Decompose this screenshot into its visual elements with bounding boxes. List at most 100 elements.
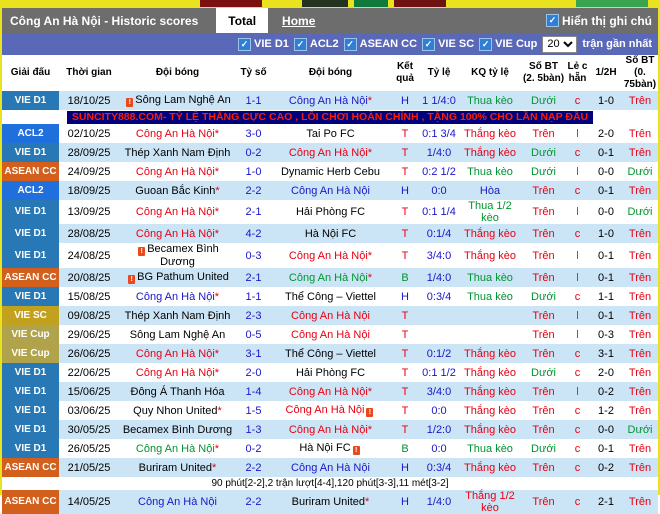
goals-over-under-2-5: Dưới	[531, 165, 556, 178]
goals-over-under-0-75: Trên	[628, 94, 652, 107]
goals-over-under-2-5: Trên	[532, 347, 555, 360]
match-row: VIE D1 26/05/25 Công An Hà Nội* 0-2 Hà Nội F…	[2, 439, 658, 458]
away-team: Hải Phòng FC	[271, 363, 390, 382]
odd-even: c	[574, 94, 581, 107]
league-filter-checkbox[interactable]: ✓	[238, 37, 252, 51]
match-row: ASEAN CC 14/05/25 Công An Hà Nội 2-2 Buriram…	[2, 490, 658, 514]
home-team: Buriram United*	[119, 458, 236, 477]
result: T	[401, 146, 409, 159]
league-badge: ASEAN CC	[2, 268, 59, 287]
away-team: Công An Hà Nội	[271, 306, 390, 325]
ad-banner-row: SUNCITY888.COM- TỶ LỆ THẮNG CỰC CAO , LỐ…	[2, 110, 658, 124]
league-badge: VIE D1	[2, 287, 59, 306]
match-row: VIE D1 28/08/25 Công An Hà Nội* 4-2 Hà Nội F…	[2, 224, 658, 243]
home-team: Sông Lam Nghệ An	[119, 325, 236, 344]
handicap-result	[458, 325, 522, 344]
first-half-score: 0-0	[598, 423, 614, 436]
goals-over-under-0-75: Trên	[628, 461, 652, 474]
league-filter-checkbox[interactable]: ✓	[422, 37, 436, 51]
match-date: 15/08/25	[67, 290, 111, 303]
league-badge: VIE D1	[2, 439, 59, 458]
league-filter-checkbox[interactable]: ✓	[343, 37, 357, 51]
star-marker: *	[217, 404, 222, 417]
handicap-result: Thua 1/2 kèo	[468, 200, 512, 224]
league-filter-checkbox[interactable]: ✓	[479, 37, 493, 51]
away-team: Công An Hà Nội	[271, 458, 390, 477]
score: 1-5	[245, 404, 262, 417]
ad-fragment	[200, 0, 262, 7]
league-badge: ASEAN CC	[2, 162, 59, 181]
goals-over-under-0-75: Trên	[628, 309, 652, 322]
away-team-name: Công An Hà Nội	[288, 271, 368, 284]
star-marker: *	[214, 366, 220, 379]
league-badge: VIE Cup	[2, 325, 59, 344]
column-header: Đội bóng	[308, 67, 353, 78]
home-team-name: Công An Hà Nội	[135, 227, 215, 240]
home-team: Công An Hà Nội*	[119, 224, 236, 243]
star-marker: *	[214, 206, 220, 218]
match-date: 09/08/25	[67, 309, 111, 322]
result: H	[401, 94, 409, 107]
star-marker: *	[367, 423, 373, 436]
league-filter-item: ✓ VIE D1	[238, 37, 289, 51]
league-filter-label: ASEAN CC	[359, 38, 418, 50]
match-date: 24/09/25	[67, 165, 111, 178]
ad-fragment	[302, 0, 348, 7]
tab-home[interactable]: Home	[282, 14, 315, 28]
ad-banner-link[interactable]: SUNCITY888.COM- TỶ LỆ THẮNG CỰC CAO , LỐ…	[66, 110, 594, 124]
away-team: Công An Hà Nội!	[271, 401, 390, 420]
away-team: Hải Phòng FC	[271, 200, 390, 224]
handicap-result: Thắng kèo	[464, 461, 516, 474]
league-filter-checkbox[interactable]: ✓	[293, 37, 307, 51]
recent-count-select[interactable]: 20	[542, 35, 578, 53]
handicap-result: Thắng 1/2 kèo	[465, 490, 515, 514]
handicap-result: Thua kèo	[467, 165, 513, 178]
odd-even: c	[574, 366, 581, 379]
score: 2-1	[245, 271, 262, 284]
home-team: Công An Hà Nội*	[119, 200, 236, 224]
score: 1-1	[245, 290, 262, 303]
match-date: 28/09/25	[67, 146, 111, 159]
home-team: Thép Xanh Nam Định	[119, 306, 236, 325]
result: H	[401, 461, 409, 474]
home-team: ! Sông Lam Nghệ An	[119, 91, 236, 110]
result: T	[401, 385, 409, 398]
result: T	[401, 206, 409, 218]
home-team-name: Công An Hà Nội	[135, 366, 215, 379]
goals-over-under-2-5: Dưới	[531, 290, 556, 303]
first-half-score: 0-1	[598, 442, 614, 455]
match-row: VIE Cup 29/06/25 Sông Lam Nghệ An 0-5 Công A…	[2, 325, 658, 344]
handicap	[420, 325, 458, 344]
league-badge: VIE D1	[2, 200, 59, 224]
handicap: 1/4:0	[426, 271, 452, 284]
star-marker: *	[367, 249, 373, 262]
handicap: 0:1 3/4	[422, 127, 456, 140]
league-filter-label: ACL2	[309, 38, 339, 50]
match-date: 14/05/25	[67, 496, 111, 508]
handicap-result: Thắng kèo	[464, 127, 516, 140]
away-team-name: Công An Hà Nội	[288, 94, 368, 107]
goals-over-under-0-75: Dưới	[627, 165, 653, 178]
match-date: 15/06/25	[67, 385, 111, 398]
odd-even: c	[574, 461, 581, 474]
home-team: Đông Á Thanh Hóa	[119, 382, 236, 401]
league-badge: ACL2	[2, 181, 59, 200]
handicap-result: Thắng kèo	[464, 404, 516, 417]
away-team: Tai Po FC	[271, 124, 390, 143]
result: T	[401, 328, 409, 341]
match-date: 20/08/25	[67, 271, 111, 284]
handicap: 0:2 1/2	[422, 165, 456, 178]
away-team-name: Tai Po FC	[306, 127, 355, 140]
show-notes-checkbox[interactable]: ✓	[546, 14, 559, 27]
match-date: 02/10/25	[67, 127, 111, 140]
goals-over-under-0-75: Trên	[628, 290, 652, 303]
tab-total[interactable]: Total	[216, 8, 269, 33]
match-row: VIE D1 18/10/25! Sông Lam Nghệ An 1-1 Công A…	[2, 91, 658, 110]
red-card-icon: !	[126, 98, 134, 107]
home-team-name: Guoan Bắc Kinh	[135, 184, 216, 197]
column-header: Số BT (2. 5bàn)	[522, 61, 565, 84]
star-marker: *	[214, 227, 220, 240]
first-half-score: 2-0	[598, 366, 614, 379]
away-team-name: Hải Phòng FC	[295, 206, 366, 218]
star-marker: *	[367, 271, 373, 284]
